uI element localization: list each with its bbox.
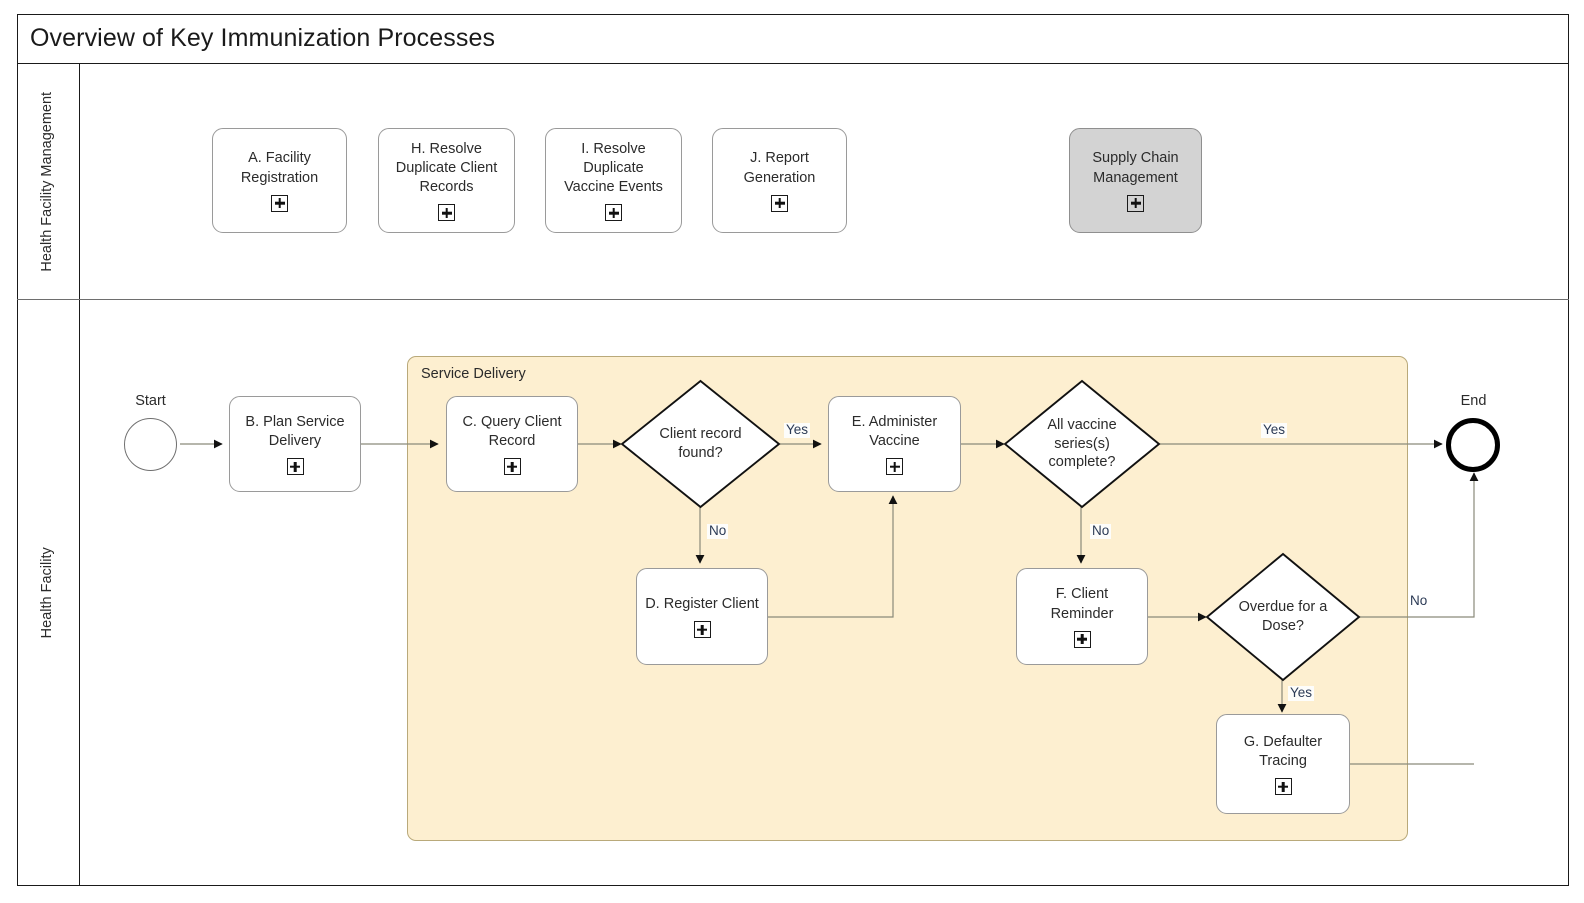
task-label: B. Plan Service Delivery [245,413,345,449]
task-label: D. Register Client [645,595,759,612]
task-register-client[interactable]: D. Register Client [636,568,768,665]
task-label: I. Resolve Duplicate Vaccine Events [564,140,663,196]
sub-process-plus-icon [771,194,788,212]
task-label: C. Query Client Record [462,413,562,449]
lane-label-management: Health Facility Management [39,91,56,272]
task-label: H. Resolve Duplicate Client Records [395,140,498,196]
task-plan-service-delivery[interactable]: B. Plan Service Delivery [229,396,361,492]
task-label: E. Administer Vaccine [851,413,938,449]
sub-process-plus-icon [271,194,288,212]
end-event[interactable] [1446,418,1500,472]
subprocess-label: Service Delivery [421,366,526,382]
sub-process-plus-icon [1127,194,1144,212]
task-report-generation[interactable]: J. Report Generation [712,128,847,233]
gateway-all-vaccine-series-complete[interactable]: All vaccine series(s) complete? [1003,379,1161,509]
lane-header-health-facility: Health Facility [17,300,80,886]
sub-process-plus-icon [503,458,521,476]
task-label: Supply Chain Management [1092,150,1179,186]
flow-label-overdue-yes: Yes [1288,685,1315,701]
sub-process-plus-icon [1073,630,1091,648]
task-supply-chain-management[interactable]: Supply Chain Management [1069,128,1202,233]
task-facility-registration[interactable]: A. Facility Registration [212,128,347,233]
flow-label-record-found-no: No [707,523,729,539]
flow-label-series-complete-no: No [1090,523,1112,539]
sub-process-plus-icon [438,204,455,222]
task-client-reminder[interactable]: F. Client Reminder [1016,568,1148,665]
lane-label-facility: Health Facility [39,547,56,639]
flow-label-overdue-no: No [1408,593,1430,609]
sub-process-plus-icon [886,458,903,476]
start-event-label: Start [135,393,166,409]
lane-divider [17,299,1569,300]
sub-process-plus-icon [693,621,711,639]
task-label: G. Defaulter Tracing [1243,733,1323,769]
task-label: J. Report Generation [743,150,816,186]
sub-process-plus-icon [286,458,304,476]
task-label: F. Client Reminder [1050,586,1114,622]
gateway-overdue-for-a-dose[interactable]: Overdue for a Dose? [1205,552,1361,682]
page-title: Overview of Key Immunization Processes [30,24,496,52]
task-resolve-duplicate-vaccine-events[interactable]: I. Resolve Duplicate Vaccine Events [545,128,682,233]
task-administer-vaccine[interactable]: E. Administer Vaccine [828,396,961,492]
task-query-client-record[interactable]: C. Query Client Record [446,396,578,492]
task-resolve-duplicate-client-records[interactable]: H. Resolve Duplicate Client Records [378,128,515,233]
sub-process-plus-icon [605,204,622,222]
lane-header-health-facility-management: Health Facility Management [17,64,80,299]
flow-label-record-found-yes: Yes [784,422,811,438]
sub-process-plus-icon [1274,778,1292,796]
gateway-client-record-found[interactable]: Client record found? [620,379,781,509]
flow-label-series-complete-yes: Yes [1261,422,1288,438]
bpmn-diagram-canvas: Overview of Key Immunization Processes H… [0,0,1584,903]
pool-title-band: Overview of Key Immunization Processes [17,14,1569,64]
task-defaulter-tracing[interactable]: G. Defaulter Tracing [1216,714,1350,814]
end-event-label: End [1460,393,1487,409]
task-label: A. Facility Registration [240,150,319,186]
start-event[interactable] [124,418,177,471]
